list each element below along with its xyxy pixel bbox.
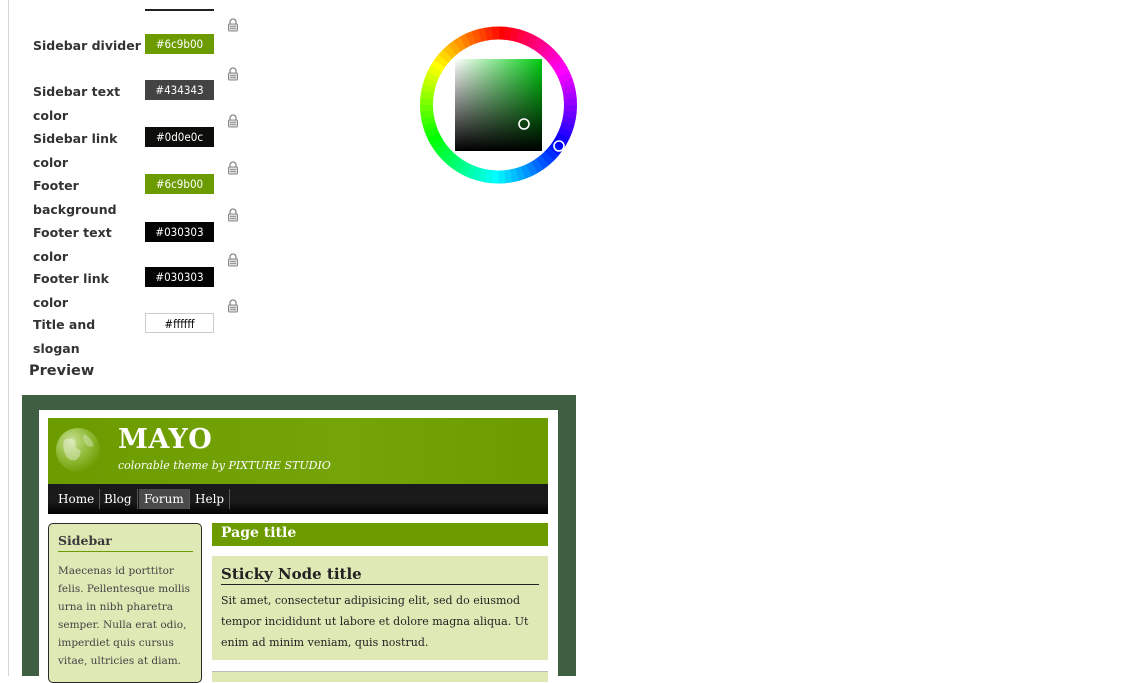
preview-heading: Preview: [29, 363, 95, 379]
preview-node-title[interactable]: Sticky Node title: [221, 565, 539, 585]
preview-page-title-bar: Page title: [212, 523, 548, 546]
swatch-footer-background[interactable]: #6c9b00: [145, 174, 214, 194]
color-swatch-partial[interactable]: [145, 0, 214, 11]
lock-icon[interactable]: [227, 113, 239, 128]
left-border: [8, 0, 9, 676]
lock-icon[interactable]: [227, 298, 239, 313]
lock-icon[interactable]: [227, 17, 239, 32]
preview-nav-blog[interactable]: Blog: [99, 489, 138, 509]
swatch-footer-link-color[interactable]: #030303: [145, 267, 214, 287]
preview-nav-forum[interactable]: Forum: [139, 489, 190, 509]
swatch-sidebar-divider[interactable]: #6c9b00: [145, 34, 214, 54]
globe-icon: [54, 426, 102, 474]
preview-next-node: [212, 671, 548, 682]
label-footer-text-color: Footer text color: [33, 225, 112, 264]
swatch-sidebar-link-color[interactable]: #0d0e0c: [145, 127, 214, 147]
label-sidebar-divider: Sidebar divider: [33, 38, 141, 53]
label-footer-background: Footer background: [33, 178, 117, 217]
label-sidebar-text-color: Sidebar text color: [33, 84, 121, 123]
lock-icon[interactable]: [227, 252, 239, 267]
lock-icon[interactable]: [227, 160, 239, 175]
preview-sidebar: Sidebar Maecenas id porttitor felis. Pel…: [48, 523, 202, 683]
preview-node-body: Sit amet, consectetur adipisicing elit, …: [221, 594, 529, 649]
swatch-footer-text-color[interactable]: #030303: [145, 222, 214, 242]
lock-icon[interactable]: [227, 66, 239, 81]
label-title-and-slogan: Title and slogan: [33, 317, 96, 356]
color-wheel-icon[interactable]: [417, 18, 580, 193]
preview-sidebar-title: Sidebar: [58, 533, 193, 552]
preview-header: MAYO colorable theme by PIXTURE STUDIO: [48, 418, 548, 484]
preview-page-title: Page title: [221, 525, 297, 541]
swatch-sidebar-text-color[interactable]: #434343: [145, 80, 214, 100]
label-sidebar-link-color: Sidebar link color: [33, 131, 118, 170]
preview-nav-help[interactable]: Help: [190, 489, 231, 509]
preview-sidebar-text: Maecenas id porttitor felis. Pellentesqu…: [58, 565, 190, 667]
preview-frame: MAYO colorable theme by PIXTURE STUDIO H…: [22, 395, 576, 683]
preview-sticky-node: Sticky Node title Sit amet, consectetur …: [212, 556, 548, 660]
preview-nav-home[interactable]: Home: [53, 489, 101, 509]
preview-nav: Home Blog Forum Help: [48, 484, 548, 514]
label-footer-link-color: Footer link color: [33, 271, 109, 310]
preview-site-name: MAYO: [118, 424, 213, 455]
lock-icon[interactable]: [227, 207, 239, 222]
preview-page: MAYO colorable theme by PIXTURE STUDIO H…: [39, 410, 558, 683]
swatch-title-and-slogan[interactable]: #ffffff: [145, 313, 214, 333]
preview-slogan: colorable theme by PIXTURE STUDIO: [118, 459, 331, 472]
